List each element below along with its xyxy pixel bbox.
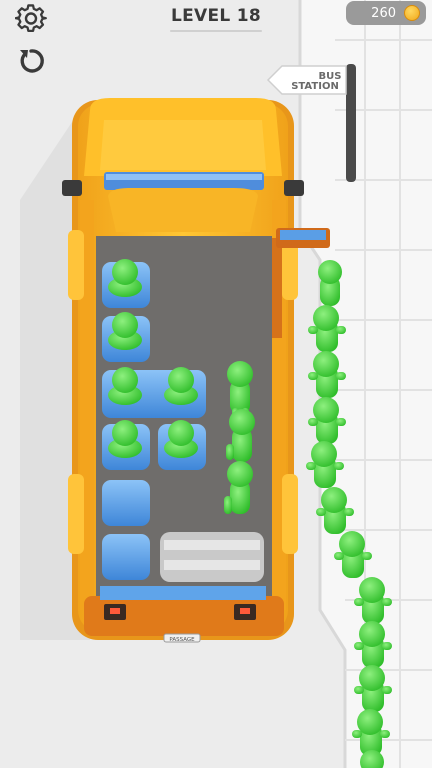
license-plate-text: PASSAGE bbox=[169, 637, 195, 643]
coin-count: 260 bbox=[371, 5, 396, 21]
restart-icon bbox=[20, 49, 44, 73]
coin-counter: 260 bbox=[346, 1, 426, 25]
level-underline bbox=[170, 30, 262, 32]
left-mirror bbox=[62, 180, 82, 196]
level-indicator: LEVEL 18 bbox=[170, 6, 262, 26]
game-scene: BUS STATION PASSAGE bbox=[20, 0, 432, 768]
right-mirror bbox=[284, 180, 304, 196]
settings-button[interactable] bbox=[14, 2, 48, 36]
coin-icon bbox=[404, 5, 420, 21]
restart-button[interactable] bbox=[14, 44, 48, 78]
gear-icon bbox=[15, 4, 47, 33]
queue-passenger[interactable] bbox=[318, 260, 342, 306]
bus[interactable]: PASSAGE bbox=[62, 98, 330, 643]
sign-text-station: STATION bbox=[291, 81, 339, 92]
